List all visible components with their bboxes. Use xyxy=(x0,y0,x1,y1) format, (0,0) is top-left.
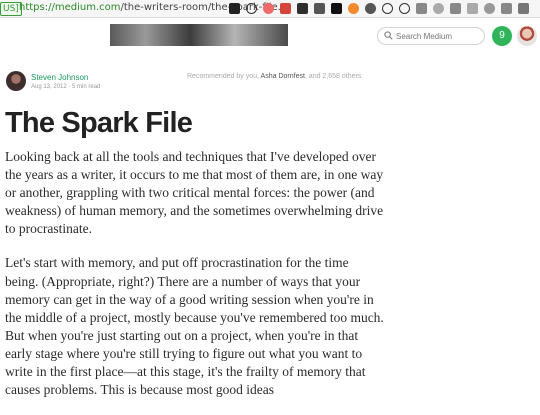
url-host: https://medium.com xyxy=(19,2,121,13)
grammarly-icon[interactable] xyxy=(484,3,495,14)
chat-icon[interactable] xyxy=(450,3,461,14)
ghostery-icon[interactable] xyxy=(433,3,444,14)
article-paragraph: Let's start with memory, and put off pro… xyxy=(5,255,384,398)
user-avatar[interactable] xyxy=(517,26,537,46)
calendar-icon[interactable] xyxy=(280,3,291,14)
recommended-prefix: Recommended by you, xyxy=(187,73,261,80)
pocket-icon[interactable] xyxy=(365,3,376,14)
article-paragraph: Looking back at all the tools and techni… xyxy=(5,149,384,237)
instapaper-icon[interactable] xyxy=(331,3,342,14)
clipper-icon[interactable] xyxy=(501,3,512,14)
info-icon[interactable] xyxy=(246,3,257,14)
menu-icon[interactable] xyxy=(518,3,529,14)
search-icon xyxy=(384,31,393,40)
extension-bar xyxy=(229,2,529,15)
share-icon[interactable] xyxy=(467,3,478,14)
block-icon[interactable] xyxy=(399,3,410,14)
recommended-suffix: , and 2,658 others xyxy=(304,73,362,80)
article-title: The Spark File xyxy=(5,107,193,139)
post-meta: Aug 13, 2012 · 5 min read xyxy=(31,84,101,90)
publication-header-image[interactable] xyxy=(110,24,288,46)
article-body: Looking back at all the tools and techni… xyxy=(5,148,385,415)
search-box[interactable] xyxy=(377,27,485,45)
browser-toolbar: US] https://medium.com/the-writers-room/… xyxy=(0,0,540,18)
asana-icon[interactable] xyxy=(263,3,274,14)
author-avatar[interactable] xyxy=(6,71,26,91)
recommended-by-line: Recommended by you, Asha Dornfest, and 2… xyxy=(187,73,361,80)
recommender-link[interactable]: Asha Dornfest xyxy=(261,73,305,80)
notification-count-badge[interactable]: 9 xyxy=(492,26,512,46)
search-input[interactable] xyxy=(396,29,480,43)
screenshot-icon[interactable] xyxy=(416,3,427,14)
honey-icon[interactable] xyxy=(348,3,359,14)
buffer-icon[interactable] xyxy=(229,3,240,14)
downloads-icon[interactable] xyxy=(314,3,325,14)
author-name-link[interactable]: Steven Johnson xyxy=(31,73,88,82)
compass-icon[interactable] xyxy=(382,3,393,14)
evernote-icon[interactable] xyxy=(297,3,308,14)
